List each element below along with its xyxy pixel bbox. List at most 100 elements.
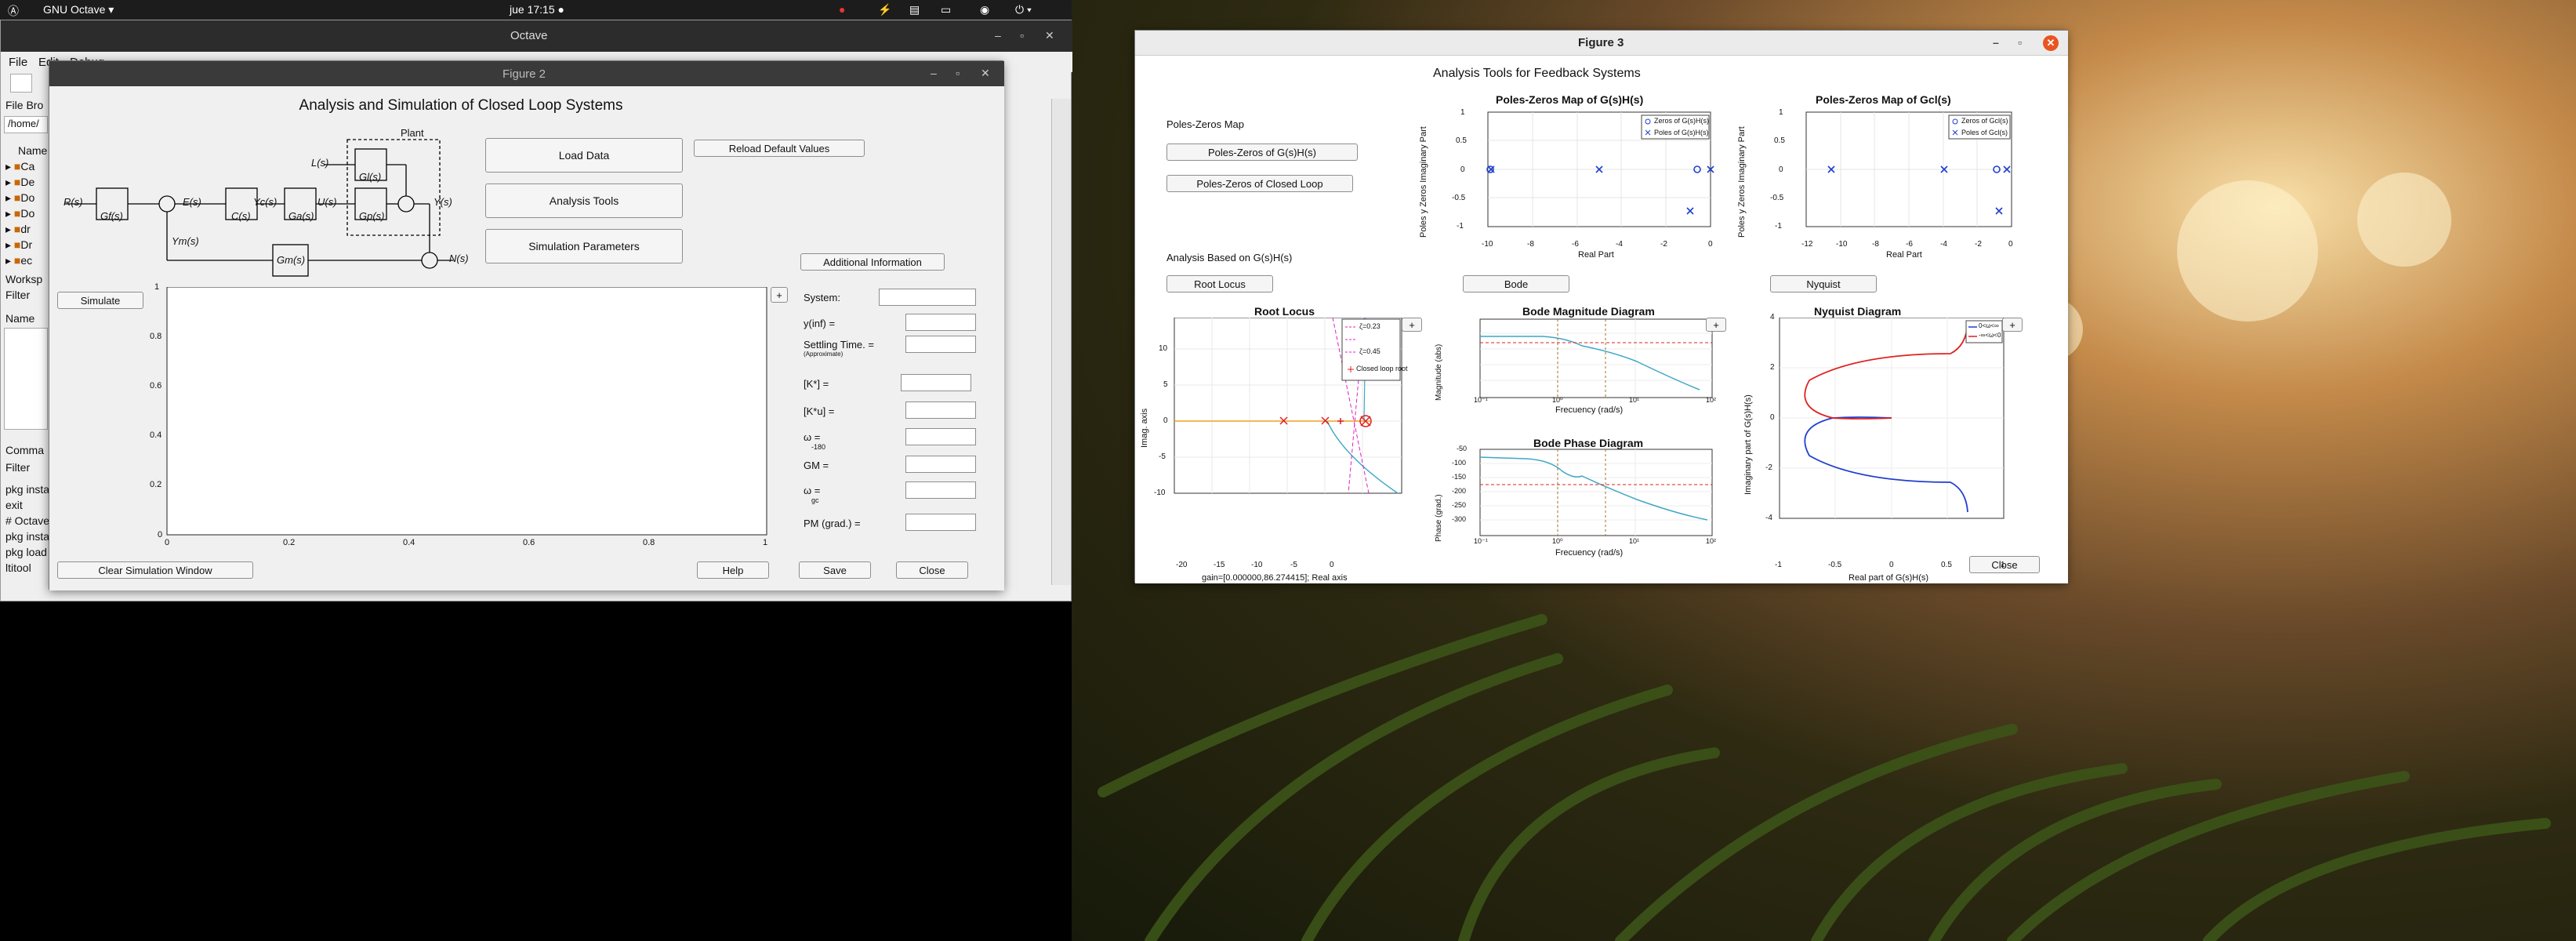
- workspace-title: Worksp: [5, 273, 43, 285]
- tree-item[interactable]: ▸ ■De: [5, 176, 34, 189]
- w180-subscript: -180: [811, 443, 826, 451]
- pz2-xtick: -6: [1906, 240, 1913, 249]
- nyq-plot[interactable]: [1762, 318, 2013, 521]
- bodem-ylabel: Magnitude (abs): [1435, 343, 1443, 401]
- kstar-field[interactable]: [901, 374, 971, 391]
- wgc-subscript: gc: [811, 496, 819, 504]
- maximize-icon[interactable]: ▫: [1020, 29, 1024, 42]
- analysis-tools-button[interactable]: Analysis Tools: [485, 183, 683, 218]
- nyq-expand-button[interactable]: +: [2002, 318, 2023, 332]
- settling-time-field[interactable]: [905, 336, 976, 353]
- history-line[interactable]: # Octave: [5, 514, 49, 527]
- simulation-axes[interactable]: [151, 287, 771, 554]
- system-field[interactable]: [879, 289, 976, 306]
- gm-label: GM =: [804, 460, 829, 471]
- wgc-field[interactable]: [905, 481, 976, 499]
- workspace-name-header[interactable]: Name: [5, 312, 34, 325]
- menu-file[interactable]: File: [9, 56, 27, 69]
- app-menu[interactable]: GNU Octave ▾: [43, 3, 114, 16]
- pm-label: PM (grad.) =: [804, 518, 861, 529]
- diagram-label-Ga: Ga(s): [288, 210, 314, 222]
- minimize-icon[interactable]: –: [931, 67, 937, 79]
- gm-field[interactable]: [905, 456, 976, 473]
- close-button[interactable]: Close: [896, 561, 968, 579]
- nyq-title: Nyquist Diagram: [1814, 305, 1902, 318]
- kstar-u-field[interactable]: [905, 401, 976, 419]
- rl-expand-button[interactable]: +: [1402, 318, 1422, 332]
- tray-icon-3[interactable]: ▤: [909, 3, 920, 16]
- tree-item[interactable]: ▸ ■Do: [5, 207, 34, 220]
- tree-item[interactable]: ▸ ■Dr: [5, 238, 32, 252]
- pz1-ytick: -1: [1457, 222, 1464, 231]
- tree-item[interactable]: ▸ ■Ca: [5, 160, 34, 173]
- nyq-xtick: 0.5: [1941, 561, 1952, 569]
- tree-item[interactable]: ▸ ■Do: [5, 191, 34, 205]
- command-history-title: Comma: [5, 444, 45, 456]
- pz-map-label: Poles-Zeros Map: [1166, 118, 1244, 130]
- history-line[interactable]: pkg load: [5, 546, 47, 558]
- bode-button[interactable]: Bode: [1463, 275, 1569, 292]
- bodep-plot[interactable]: [1464, 448, 1715, 550]
- path-field[interactable]: /home/: [4, 116, 48, 133]
- pz-closed-loop-button[interactable]: Poles-Zeros of Closed Loop: [1166, 175, 1353, 192]
- help-button[interactable]: Help: [697, 561, 769, 579]
- bodem-expand-button[interactable]: +: [1706, 318, 1726, 332]
- expand-plot-button[interactable]: +: [771, 287, 788, 303]
- close-icon[interactable]: ✕: [981, 67, 990, 80]
- clear-simulation-button[interactable]: Clear Simulation Window: [57, 561, 253, 579]
- tray-icon-5[interactable]: ◉: [980, 3, 989, 16]
- editor-scrollbar[interactable]: [1051, 99, 1071, 585]
- minimize-icon[interactable]: –: [1993, 36, 1999, 49]
- simulate-button[interactable]: Simulate: [57, 292, 143, 309]
- name-header[interactable]: Name: [18, 144, 47, 157]
- nyquist-button[interactable]: Nyquist: [1770, 275, 1877, 292]
- additional-info-button[interactable]: Additional Information: [800, 253, 945, 271]
- pz-open-loop-button[interactable]: Poles-Zeros of G(s)H(s): [1166, 144, 1358, 161]
- root-locus-button[interactable]: Root Locus: [1166, 275, 1273, 292]
- system-label: System:: [804, 292, 840, 303]
- load-data-button[interactable]: Load Data: [485, 138, 683, 173]
- tree-item[interactable]: ▸ ■dr: [5, 223, 31, 236]
- history-line[interactable]: pkg insta: [5, 483, 49, 496]
- history-line[interactable]: pkg insta: [5, 530, 49, 543]
- minimize-icon[interactable]: –: [995, 29, 1001, 42]
- tray-icon-4[interactable]: ▭: [941, 3, 951, 16]
- yinf-field[interactable]: [905, 314, 976, 331]
- history-filter-label: Filter: [5, 461, 31, 474]
- nyq-ytick: 4: [1770, 313, 1775, 322]
- pm-field[interactable]: [905, 514, 976, 531]
- rl-ytick: -5: [1159, 452, 1166, 461]
- pz1-xtick: 0: [1708, 240, 1713, 249]
- pz2-plot[interactable]: [1783, 104, 2018, 247]
- diagram-label-Gl: Gl(s): [359, 171, 382, 183]
- rl-ytick: 10: [1159, 344, 1168, 353]
- tray-icon-2[interactable]: ⚡: [878, 3, 891, 16]
- diagram-label-Gf: Gf(s): [100, 210, 123, 222]
- history-line[interactable]: exit: [5, 499, 23, 511]
- simulation-parameters-button[interactable]: Simulation Parameters: [485, 229, 683, 263]
- tray-icon-1[interactable]: ●: [839, 3, 845, 16]
- nyq-ytick: -2: [1765, 463, 1772, 472]
- close-icon[interactable]: ✕: [1045, 29, 1054, 42]
- pz2-ylabel: Poles y Zeros Imaginary Part: [1737, 126, 1747, 238]
- activities-icon[interactable]: Ⓐ: [8, 3, 19, 19]
- maximize-icon[interactable]: ▫: [956, 67, 960, 79]
- pz1-plot[interactable]: [1464, 104, 1715, 247]
- octave-title: Octave: [510, 29, 548, 42]
- toolbar-new-icon[interactable]: [10, 74, 32, 93]
- w180-field[interactable]: [905, 428, 976, 445]
- reload-defaults-button[interactable]: Reload Default Values: [694, 140, 865, 157]
- figure-2-titlebar: Figure 2 – ▫ ✕: [49, 61, 1004, 86]
- power-menu-icon[interactable]: ⏻ ▾: [1015, 3, 1032, 16]
- nyq-ylabel: Imaginary part of G(s)H(s): [1743, 394, 1753, 495]
- history-line[interactable]: ltitool: [5, 561, 31, 574]
- maximize-icon[interactable]: ▫: [2018, 36, 2022, 49]
- close-icon[interactable]: ✕: [2043, 35, 2059, 51]
- system-top-bar: Ⓐ GNU Octave ▾ jue 17:15 ● ● ⚡ ▤ ▭ ◉ ⏻ ▾: [0, 0, 1072, 20]
- bodep-ytick: -250: [1452, 501, 1467, 509]
- workspace-table[interactable]: [4, 328, 48, 430]
- save-button[interactable]: Save: [799, 561, 871, 579]
- settling-time-note: (Approximate): [804, 351, 844, 358]
- tree-item[interactable]: ▸ ■ec: [5, 254, 32, 267]
- clock[interactable]: jue 17:15 ●: [510, 3, 564, 16]
